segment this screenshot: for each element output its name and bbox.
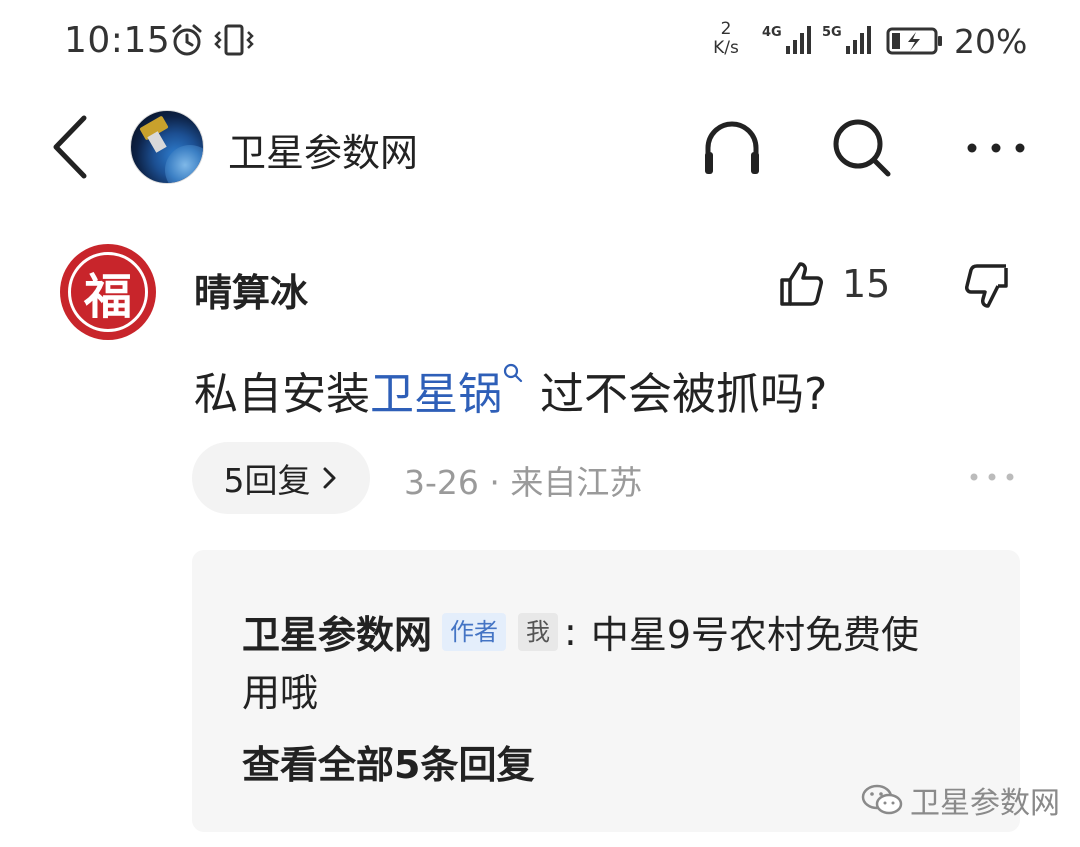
back-icon[interactable]	[48, 112, 92, 182]
status-time: 10:15	[64, 20, 171, 61]
alarm-icon	[172, 24, 202, 56]
replies-count-label: 5回复	[223, 461, 311, 500]
channel-avatar[interactable]	[130, 110, 204, 184]
network-speed: 2 K/s	[706, 20, 746, 58]
avatar-glyph: 福	[83, 269, 132, 325]
signal-icon: 5G	[822, 25, 871, 54]
headphones-icon[interactable]	[700, 116, 764, 180]
comment-more-icon[interactable]	[968, 462, 1016, 492]
comment-username[interactable]: 晴算冰	[194, 262, 308, 317]
watermark-text: 卫星参数网	[910, 786, 1060, 821]
comment-text-before: 私自安装	[194, 369, 370, 420]
wechat-icon	[861, 784, 903, 815]
search-icon[interactable]	[502, 362, 524, 384]
reply-first-line: 卫星参数网 作者 我 : 中星9号农村免费使	[242, 604, 919, 659]
network-label-4g: 4G	[762, 25, 782, 40]
author-badge: 作者	[442, 612, 507, 651]
reply-text-line2: 用哦	[242, 671, 319, 715]
search-icon[interactable]	[830, 116, 894, 180]
thumbs-up-icon[interactable]	[776, 260, 824, 308]
comment-text-after: 过不会被抓吗?	[540, 369, 828, 420]
comment-text: 私自安装卫星锅 过不会被抓吗?	[194, 358, 827, 422]
view-all-replies-link[interactable]: 查看全部5条回复	[242, 734, 534, 789]
comment-meta: 3-26 · 来自江苏	[404, 463, 643, 502]
network-speed-unit: K/s	[713, 38, 739, 58]
more-icon[interactable]	[966, 130, 1026, 166]
signal-icon: 4G	[762, 25, 811, 54]
battery-charging-icon	[886, 27, 942, 55]
like-count: 15	[842, 262, 891, 306]
replies-button[interactable]: 5回复	[192, 442, 370, 514]
watermark: 卫星参数网	[860, 780, 1060, 821]
chevron-right-icon	[323, 467, 335, 489]
comment-keyword-link[interactable]: 卫星锅	[370, 369, 502, 420]
reply-text-line1: 中星9号农村免费使	[590, 613, 920, 657]
thumbs-down-icon[interactable]	[964, 262, 1012, 310]
reply-colon: :	[564, 609, 577, 654]
vibrate-icon	[214, 24, 254, 56]
user-avatar[interactable]: 福	[60, 244, 156, 340]
me-badge: 我	[518, 612, 559, 651]
reply-author[interactable]: 卫星参数网	[242, 604, 432, 659]
battery-percent: 20%	[954, 22, 1028, 61]
network-label-5g: 5G	[822, 25, 842, 40]
network-speed-value: 2	[720, 19, 732, 39]
channel-title[interactable]: 卫星参数网	[228, 122, 418, 177]
